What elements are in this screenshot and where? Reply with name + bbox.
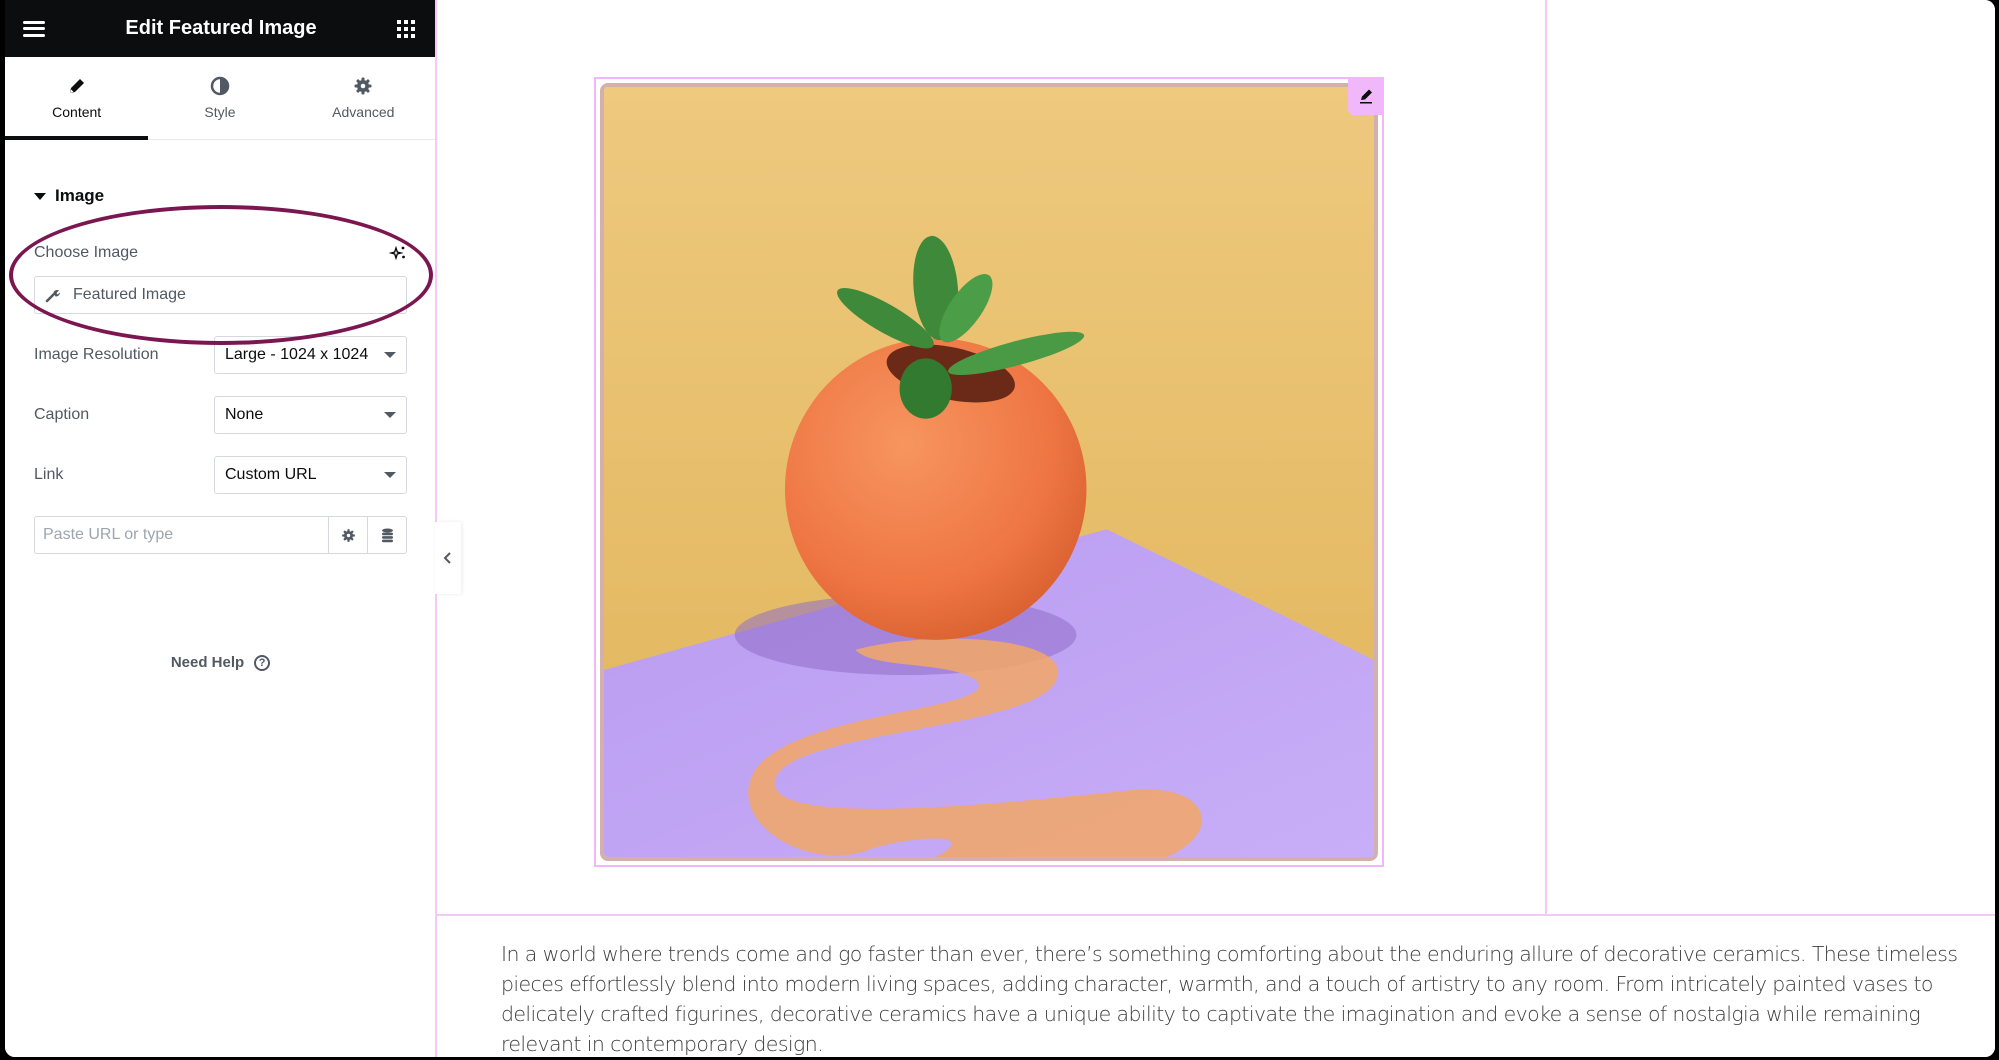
tab-style-label: Style <box>204 104 236 120</box>
help-icon: ? <box>254 654 271 671</box>
gear-icon <box>341 528 355 542</box>
featured-image <box>600 83 1378 861</box>
caption-control: Caption None <box>34 396 407 434</box>
image-resolution-select[interactable]: Large - 1024 x 1024 <box>214 336 407 374</box>
image-section-toggle[interactable]: Image <box>34 186 407 206</box>
panel-header: Edit Featured Image <box>5 0 435 57</box>
caption-value: None <box>225 406 264 423</box>
section-boundary <box>437 914 1995 916</box>
chevron-down-icon <box>384 352 396 358</box>
tab-advanced-label: Advanced <box>332 104 395 120</box>
editor-panel: Edit Featured Image Content Style Advanc… <box>5 0 435 1057</box>
caption-select[interactable]: None <box>214 396 407 434</box>
choose-image-control: Choose Image <box>34 244 407 262</box>
ai-sparkle-icon[interactable] <box>389 244 407 262</box>
chevron-down-icon <box>384 412 396 418</box>
need-help-link[interactable]: Need Help ? <box>34 654 407 671</box>
featured-image-widget[interactable] <box>594 77 1384 867</box>
post-paragraph: In a world where trends come and go fast… <box>501 941 1958 1056</box>
section-title: Image <box>55 186 105 205</box>
edit-widget-button[interactable] <box>1348 77 1384 115</box>
link-label: Link <box>34 466 64 483</box>
half-circle-icon <box>210 76 230 96</box>
image-resolution-value: Large - 1024 x 1024 <box>225 346 369 363</box>
need-help-label: Need Help <box>170 654 245 671</box>
image-resolution-label: Image Resolution <box>34 346 159 363</box>
image-resolution-control: Image Resolution Large - 1024 x 1024 <box>34 336 407 374</box>
gear-icon <box>354 77 372 95</box>
column-boundary <box>1545 0 1547 914</box>
tab-style[interactable]: Style <box>148 57 291 139</box>
link-options-button[interactable] <box>328 517 367 553</box>
chevron-left-icon <box>443 552 451 564</box>
pencil-icon <box>1360 89 1372 104</box>
tab-advanced[interactable]: Advanced <box>292 57 435 139</box>
collapse-panel-button[interactable] <box>435 522 461 594</box>
chevron-down-icon <box>384 472 396 478</box>
choose-image-label: Choose Image <box>34 244 139 261</box>
dynamic-tag-value: Featured Image <box>73 286 186 303</box>
product-photo <box>604 87 1374 857</box>
menu-icon[interactable] <box>23 20 45 37</box>
wrench-icon <box>45 289 61 303</box>
link-control: Link Custom URL <box>34 456 407 494</box>
pencil-icon <box>69 79 84 93</box>
image-section: Image Choose Image Featured Image Image … <box>5 186 435 671</box>
widgets-grid-icon[interactable] <box>397 19 415 38</box>
panel-title: Edit Featured Image <box>125 17 317 39</box>
link-value: Custom URL <box>225 466 317 483</box>
app-window: Edit Featured Image Content Style Advanc… <box>5 0 1995 1057</box>
url-field-group <box>34 516 407 554</box>
caret-down-icon <box>34 192 46 200</box>
panel-tabs: Content Style Advanced <box>5 57 435 140</box>
tab-content[interactable]: Content <box>5 57 149 140</box>
database-icon <box>381 528 393 542</box>
caption-label: Caption <box>34 406 90 423</box>
tab-content-label: Content <box>52 104 102 120</box>
dynamic-tags-button[interactable] <box>367 517 406 553</box>
url-input[interactable] <box>35 517 328 553</box>
link-select[interactable]: Custom URL <box>214 456 407 494</box>
featured-image-dynamic-tag[interactable]: Featured Image <box>34 276 407 314</box>
